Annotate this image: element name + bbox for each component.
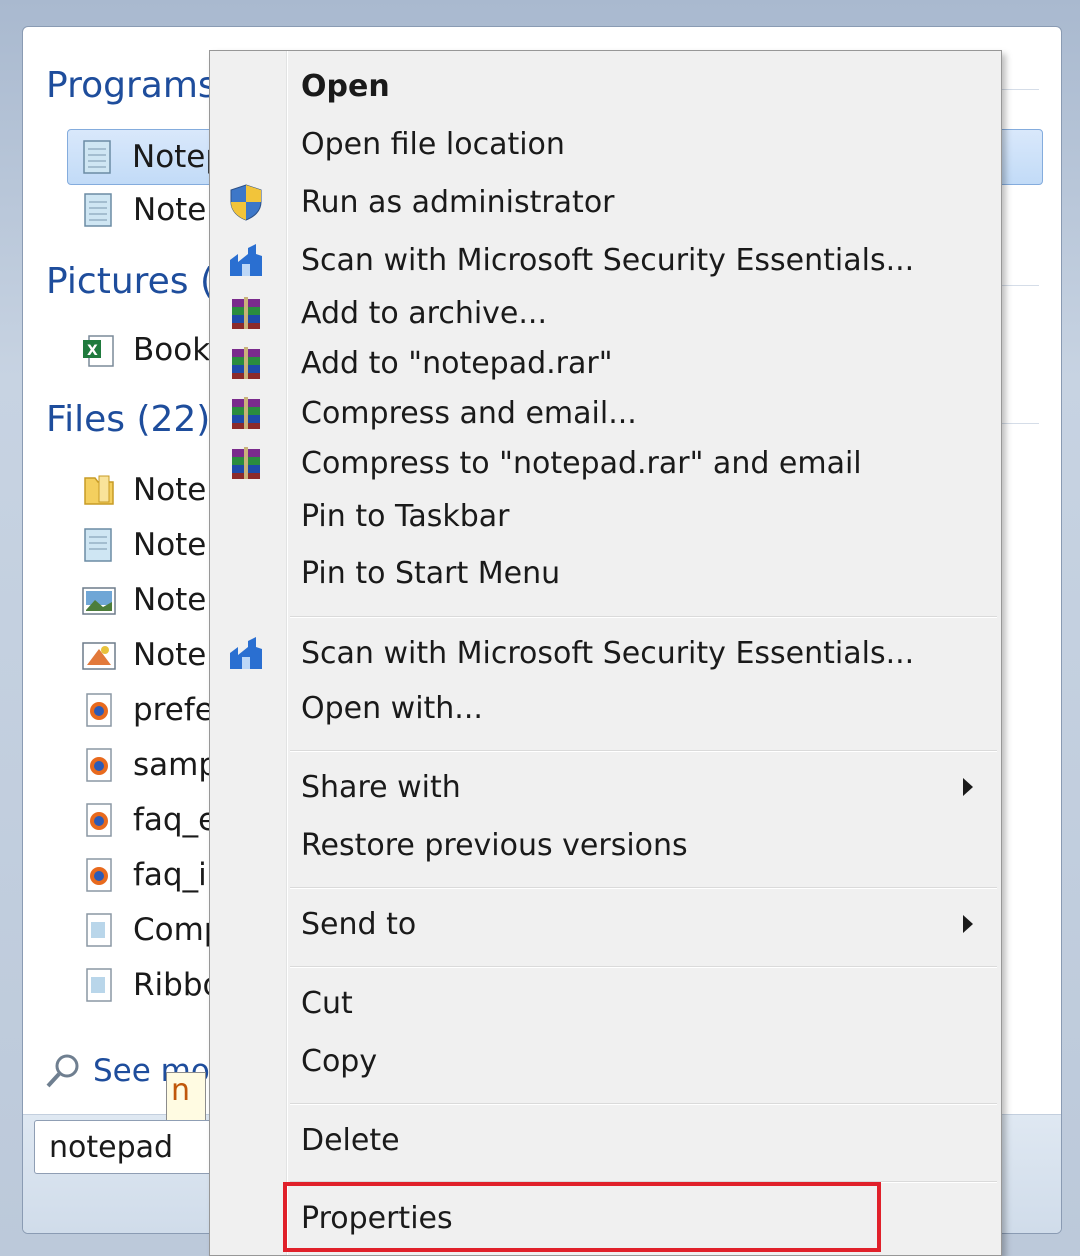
notepad-icon	[83, 140, 111, 174]
menu-item-run-as-administrator[interactable]: Run as administrator	[210, 175, 1001, 229]
menu-item-compress-and-email[interactable]: Compress and email...	[210, 386, 1001, 440]
menu-item-label: Copy	[301, 1043, 378, 1079]
menu-item-label: Send to	[301, 906, 417, 942]
svg-text:X: X	[87, 343, 98, 359]
menu-item-compress-to-rar-and-email[interactable]: Compress to "notepad.rar" and email	[210, 436, 1001, 490]
menu-item-label: Compress to "notepad.rar" and email	[301, 445, 862, 481]
menu-separator	[290, 1103, 997, 1104]
menu-item-scan-security-essentials[interactable]: Scan with Microsoft Security Essentials.…	[210, 626, 1001, 680]
text-file-icon	[86, 968, 112, 1002]
properties-highlight-annotation	[283, 1182, 881, 1252]
submenu-arrow-icon	[963, 778, 973, 796]
winrar-icon	[232, 397, 260, 429]
menu-item-open-with[interactable]: Open with...	[210, 681, 1001, 735]
menu-item-label: Pin to Taskbar	[301, 498, 510, 534]
security-essentials-icon	[230, 637, 262, 669]
folder-icon	[84, 475, 114, 505]
menu-item-label: Restore previous versions	[301, 827, 688, 863]
menu-item-cut[interactable]: Cut	[210, 976, 1001, 1030]
winrar-icon	[232, 297, 260, 329]
submenu-arrow-icon	[963, 915, 973, 933]
firefox-html-icon	[86, 803, 112, 837]
menu-item-label: Cut	[301, 985, 353, 1021]
result-item-label: samp	[133, 747, 219, 783]
menu-item-label: Add to archive...	[301, 295, 547, 331]
menu-item-label: Pin to Start Menu	[301, 555, 561, 591]
section-header-programs: Programs	[46, 65, 217, 106]
menu-item-restore-previous-versions[interactable]: Restore previous versions	[210, 818, 1001, 872]
menu-item-add-to-notepad-rar[interactable]: Add to "notepad.rar"	[210, 336, 1001, 390]
menu-item-scan-security-essentials[interactable]: Scan with Microsoft Security Essentials.…	[210, 233, 1001, 287]
text-file-icon	[86, 913, 112, 947]
menu-separator	[290, 616, 997, 617]
section-header-files: Files (22)	[46, 399, 211, 440]
security-essentials-icon	[230, 244, 262, 276]
menu-item-open[interactable]: Open	[210, 59, 1001, 113]
menu-item-share-with[interactable]: Share with	[210, 760, 1001, 814]
search-tooltip: n	[166, 1072, 206, 1126]
paint-file-icon	[82, 642, 116, 670]
search-icon	[46, 1054, 79, 1088]
menu-item-label: Open file location	[301, 126, 565, 162]
uac-shield-icon	[230, 184, 262, 221]
firefox-html-icon	[86, 858, 112, 892]
menu-item-pin-to-taskbar[interactable]: Pin to Taskbar	[210, 489, 1001, 543]
menu-item-label: Compress and email...	[301, 395, 637, 431]
menu-item-add-to-archive[interactable]: Add to archive...	[210, 286, 1001, 340]
winrar-icon	[232, 447, 260, 479]
menu-item-label: Delete	[301, 1122, 400, 1158]
menu-item-label: Scan with Microsoft Security Essentials.…	[301, 635, 915, 671]
menu-separator	[290, 750, 997, 751]
menu-item-open-file-location[interactable]: Open file location	[210, 117, 1001, 171]
menu-item-delete[interactable]: Delete	[210, 1113, 1001, 1167]
menu-item-label: Scan with Microsoft Security Essentials.…	[301, 242, 915, 278]
menu-separator	[290, 966, 997, 967]
menu-item-label: Add to "notepad.rar"	[301, 345, 613, 381]
menu-item-pin-to-start-menu[interactable]: Pin to Start Menu	[210, 546, 1001, 600]
firefox-html-icon	[86, 748, 112, 782]
menu-item-copy[interactable]: Copy	[210, 1034, 1001, 1088]
notepad-icon	[84, 193, 112, 227]
menu-item-label: Run as administrator	[301, 184, 615, 220]
image-file-icon	[82, 587, 116, 615]
winrar-icon	[232, 347, 260, 379]
notepad-icon	[84, 528, 112, 562]
menu-item-label: Share with	[301, 769, 461, 805]
menu-item-label: Open with...	[301, 690, 483, 726]
menu-item-label: Open	[301, 68, 390, 104]
context-menu: Open Open file location Run as administr…	[209, 50, 1002, 1256]
menu-separator	[290, 887, 997, 888]
firefox-html-icon	[86, 693, 112, 727]
menu-item-send-to[interactable]: Send to	[210, 897, 1001, 951]
excel-file-icon: X	[83, 335, 114, 367]
